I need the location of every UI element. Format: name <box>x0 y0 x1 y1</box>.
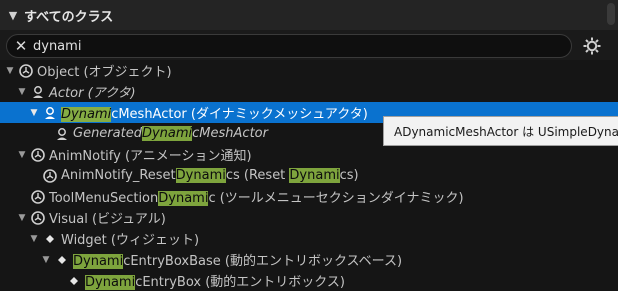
class-tree: ▼ Object (オブジェクト) ▼ Actor (アクタ) ▼ Dynami… <box>0 60 618 290</box>
section-title: すべてのクラス <box>24 9 114 25</box>
search-input[interactable] <box>33 38 533 54</box>
label-suffix: cEntryBox (動的エントリボックス) <box>135 275 345 290</box>
widget-class-icon <box>55 253 69 267</box>
clear-search-icon[interactable]: ✕ <box>9 37 33 55</box>
actor-class-icon <box>31 85 45 99</box>
expand-arrow-icon[interactable]: ▼ <box>4 66 16 76</box>
uobject-class-icon <box>31 189 45 204</box>
label-suffix: cMeshActor (ダイナミックメッシュアクタ) <box>111 107 368 122</box>
search-highlight: Dynami <box>158 191 209 206</box>
label-prefix: Generated <box>73 126 142 141</box>
search-highlight: Dynami <box>73 254 124 269</box>
expand-arrow-icon[interactable]: ▼ <box>40 255 52 265</box>
search-highlight: Dynami <box>85 275 136 290</box>
expand-arrow-icon[interactable]: ▼ <box>16 87 28 97</box>
label-middle: cs (Reset <box>225 168 290 183</box>
label-prefix: AnimNotify_Reset <box>61 168 176 183</box>
tree-row-object[interactable]: ▼ Object (オブジェクト) <box>0 60 618 81</box>
expand-arrow-icon[interactable]: ▼ <box>28 108 40 118</box>
uobject-class-icon <box>31 210 45 225</box>
tree-row-visual[interactable]: ▼ Visual (ビジュアル) <box>0 207 618 228</box>
actor-class-icon <box>55 127 69 141</box>
search-highlight: Dynami <box>61 107 112 122</box>
tree-row-label: AnimNotify_ResetDynamics (Reset Dynamics… <box>61 168 359 183</box>
tree-row-label: DynamicEntryBox (動的エントリボックス) <box>85 271 345 290</box>
tree-row-label: ToolMenuSectionDynamic (ツールメニューセクションダイナミ… <box>49 187 464 206</box>
expand-arrow-icon[interactable]: ▼ <box>16 150 28 160</box>
actor-class-icon <box>43 106 57 120</box>
gear-icon[interactable] <box>582 36 602 56</box>
tree-row-actor[interactable]: ▼ Actor (アクタ) <box>0 81 618 102</box>
widget-class-icon <box>43 232 57 246</box>
tree-row-label: AnimNotify (アニメーション通知) <box>49 149 252 164</box>
label-suffix: c (ツールメニューセクションダイナミック) <box>208 191 464 206</box>
tree-row-label: GeneratedDynamicMeshActor <box>73 126 268 141</box>
tree-row-label: DynamicEntryBoxBase (動的エントリボックスベース) <box>73 250 402 269</box>
uobject-class-icon <box>43 168 57 183</box>
tree-row-label: Widget (ウィジェット) <box>61 233 200 248</box>
tree-row-dynamic-entry-box-base[interactable]: ▼ DynamicEntryBoxBase (動的エントリボックスベース) <box>0 249 618 270</box>
tree-row-label: Actor (アクタ) <box>49 86 136 101</box>
tree-row-label: Object (オブジェクト) <box>37 65 172 80</box>
label-prefix: ToolMenuSection <box>49 191 159 206</box>
tooltip-text: ADynamicMeshActor は USimpleDynamicMeshCo… <box>394 124 618 139</box>
label-suffix: cEntryBoxBase (動的エントリボックスベース) <box>123 254 403 269</box>
search-highlight: Dynami <box>141 126 193 141</box>
label-suffix: cMeshActor <box>192 126 268 141</box>
tree-row-anim-notify-reset-dynamics[interactable]: AnimNotify_ResetDynamics (Reset Dynamics… <box>0 165 618 186</box>
class-tooltip: ADynamicMeshActor は USimpleDynamicMeshCo… <box>383 116 618 146</box>
search-highlight: Dynami <box>289 168 340 183</box>
uobject-class-icon <box>19 63 33 78</box>
expand-arrow-icon[interactable]: ▼ <box>28 234 40 244</box>
tree-row-label: DynamicMeshActor (ダイナミックメッシュアクタ) <box>61 103 368 122</box>
search-highlight: Dynami <box>175 168 226 183</box>
expand-arrow-icon[interactable]: ▼ <box>16 213 28 223</box>
scrollbar[interactable] <box>607 3 615 25</box>
widget-class-icon <box>67 274 81 288</box>
uobject-class-icon <box>31 147 45 162</box>
label-suffix: cs) <box>339 168 359 183</box>
tree-row-dynamic-entry-box[interactable]: DynamicEntryBox (動的エントリボックス) <box>0 270 618 291</box>
tree-row-widget[interactable]: ▼ Widget (ウィジェット) <box>0 228 618 249</box>
section-header[interactable]: ▼ すべてのクラス <box>0 0 618 30</box>
search-box[interactable]: ✕ <box>6 34 572 58</box>
tree-row-anim-notify[interactable]: ▼ AnimNotify (アニメーション通知) <box>0 144 618 165</box>
search-row: ✕ <box>0 30 618 60</box>
tree-row-tool-menu-section-dynamic[interactable]: ToolMenuSectionDynamic (ツールメニューセクションダイナミ… <box>0 186 618 207</box>
chevron-down-icon[interactable]: ▼ <box>2 9 24 22</box>
tree-row-label: Visual (ビジュアル) <box>49 212 166 227</box>
